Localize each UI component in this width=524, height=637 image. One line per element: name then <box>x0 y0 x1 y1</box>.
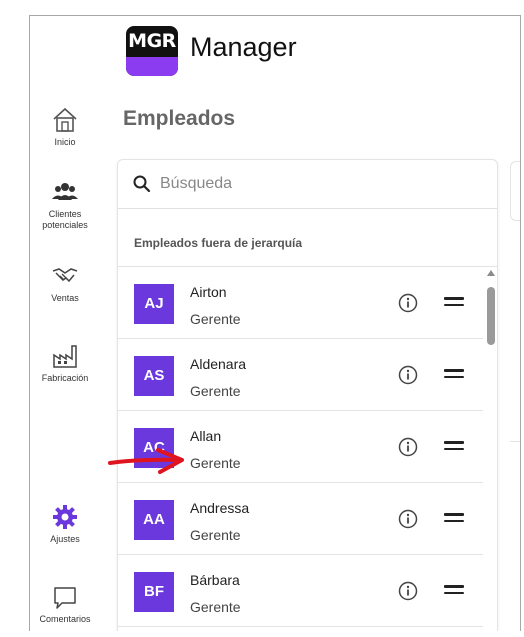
sidebar-item-ajustes[interactable]: Ajustes <box>30 502 100 545</box>
logo-band <box>126 57 178 76</box>
search-icon <box>133 175 151 193</box>
drag-handle-icon[interactable] <box>444 297 464 309</box>
scroll-up-arrow-icon[interactable] <box>487 270 495 276</box>
handshake-icon <box>52 268 78 283</box>
drag-handle-icon[interactable] <box>444 369 464 381</box>
employee-name: Airton <box>190 284 227 300</box>
app-logo: MGR <box>126 26 178 76</box>
factory-icon <box>53 345 77 368</box>
adjacent-panel-divider <box>510 441 520 442</box>
employee-role: Gerente <box>190 383 241 399</box>
adjacent-panel-edge <box>510 161 520 221</box>
avatar: AA <box>134 500 174 540</box>
info-icon[interactable] <box>398 365 418 385</box>
sidebar-item-label: Inicio <box>54 137 76 147</box>
logo-text: MGR <box>128 30 176 52</box>
app-window: Inicio Clientes potenciales Ventas Fabri… <box>29 15 521 631</box>
annotation-arrow-icon <box>108 448 184 474</box>
info-icon[interactable] <box>398 437 418 457</box>
info-icon[interactable] <box>398 581 418 601</box>
sidebar-item-label: Comentarios <box>39 614 91 624</box>
employee-role: Gerente <box>190 527 241 543</box>
employee-role: Gerente <box>190 599 241 615</box>
sidebar-item-clientes[interactable]: Clientes potenciales <box>30 177 100 231</box>
sidebar-item-comentarios[interactable]: Comentarios <box>30 582 100 625</box>
app-title: Manager <box>190 32 297 62</box>
avatar: BF <box>134 572 174 612</box>
info-icon[interactable] <box>398 293 418 313</box>
employee-name: Andressa <box>190 500 250 516</box>
chat-icon <box>54 587 76 609</box>
employee-row[interactable]: BF Bárbara Gerente <box>118 555 483 627</box>
avatar: AS <box>134 356 174 396</box>
home-icon <box>53 107 77 132</box>
employee-row[interactable]: AS Aldenara Gerente <box>118 339 483 411</box>
sidebar-item-fabricacion[interactable]: Fabricación <box>30 341 100 384</box>
employee-name: Aldenara <box>190 356 247 372</box>
sidebar-item-ventas[interactable]: Ventas <box>30 261 100 304</box>
search-input[interactable] <box>160 172 480 196</box>
sidebar-item-inicio[interactable]: Inicio <box>30 105 100 148</box>
employee-row[interactable]: AJ Airton Gerente <box>118 267 483 339</box>
scrollbar-thumb[interactable] <box>487 287 495 345</box>
info-icon[interactable] <box>398 509 418 529</box>
sidebar-item-label: Ajustes <box>50 534 80 544</box>
sidebar-item-label: Clientes potenciales <box>42 209 88 230</box>
employee-name: Bárbara <box>190 572 240 588</box>
scrollbar[interactable] <box>483 267 497 631</box>
avatar: AJ <box>134 284 174 324</box>
drag-handle-icon[interactable] <box>444 513 464 525</box>
page-title: Empleados <box>123 107 236 130</box>
employee-role: Gerente <box>190 311 241 327</box>
sidebar-item-label: Fabricación <box>41 373 89 383</box>
section-header: Empleados fuera de jerarquía <box>134 236 303 250</box>
employee-role: Gerente <box>190 455 241 471</box>
drag-handle-icon[interactable] <box>444 585 464 597</box>
people-icon <box>52 183 78 200</box>
sidebar: Inicio Clientes potenciales Ventas Fabri… <box>30 16 100 631</box>
sidebar-item-label: Ventas <box>51 293 79 303</box>
employees-panel: Empleados fuera de jerarquía AJ Airton G… <box>117 159 498 631</box>
employee-row[interactable]: AA Andressa Gerente <box>118 483 483 555</box>
search-bar <box>118 160 497 209</box>
gear-icon <box>53 505 77 529</box>
drag-handle-icon[interactable] <box>444 441 464 453</box>
employee-name: Allan <box>190 428 222 444</box>
